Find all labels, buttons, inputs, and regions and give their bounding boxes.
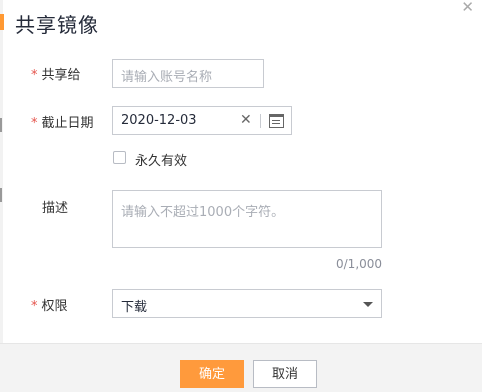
dialog-footer: 确定 取消 xyxy=(0,343,482,392)
confirm-button[interactable]: 确定 xyxy=(180,360,244,388)
required-mark: * xyxy=(31,299,38,314)
permanent-checkbox[interactable] xyxy=(113,151,126,164)
share-to-label-row: * 共享给 xyxy=(31,64,81,83)
description-placeholder: 请输入不超过1000个字符。 xyxy=(121,205,285,220)
required-mark: * xyxy=(31,68,38,83)
permanent-label: 永久有效 xyxy=(135,154,188,169)
permission-label: 权限 xyxy=(41,299,68,314)
permission-select[interactable]: 下载 xyxy=(112,289,382,318)
cancel-button[interactable]: 取消 xyxy=(253,360,317,388)
permission-label-row: * 权限 xyxy=(31,295,68,314)
date-separator xyxy=(260,114,261,128)
share-to-label: 共享给 xyxy=(41,68,81,83)
expiry-date-value: 2020-12-03 xyxy=(121,113,197,128)
required-mark: * xyxy=(31,116,38,131)
clear-date-icon[interactable]: ✕ xyxy=(240,112,252,128)
share-image-dialog: 共享镜像 ✕ * 共享给 请输入账号名称 * 截止日期 2020-12-03 ✕ 永… xyxy=(0,0,482,392)
chevron-down-icon xyxy=(363,302,373,307)
side-mark xyxy=(0,118,2,132)
close-icon[interactable]: ✕ xyxy=(461,0,474,15)
dialog-title: 共享镜像 xyxy=(15,13,99,37)
permission-value: 下载 xyxy=(121,300,148,315)
title-accent-bar xyxy=(0,14,4,30)
description-textarea[interactable]: 请输入不超过1000个字符。 xyxy=(112,190,382,248)
share-to-placeholder: 请输入账号名称 xyxy=(121,70,213,85)
share-to-input[interactable]: 请输入账号名称 xyxy=(112,59,264,88)
calendar-icon[interactable] xyxy=(269,114,284,128)
char-counter: 0/1,000 xyxy=(336,257,383,271)
description-label: 描述 xyxy=(42,201,69,216)
expiry-date-picker[interactable]: 2020-12-03 ✕ xyxy=(112,106,292,135)
side-mark xyxy=(0,188,2,202)
expiry-date-label: 截止日期 xyxy=(41,116,94,131)
expiry-date-label-row: * 截止日期 xyxy=(31,112,94,131)
